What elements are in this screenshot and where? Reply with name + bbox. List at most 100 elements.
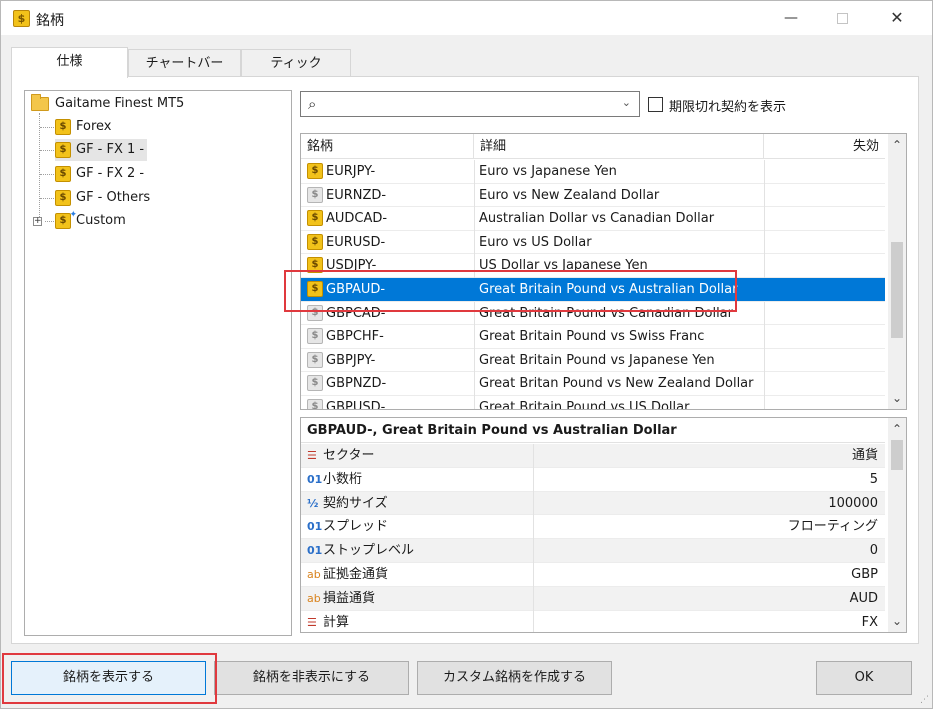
symbol-properties: GBPAUD-, Great Britain Pound vs Australi… — [300, 417, 907, 633]
tree-item-label: Custom — [76, 213, 126, 228]
property-value: GBP — [851, 567, 878, 582]
property-value: FX — [861, 614, 878, 630]
property-row[interactable]: ☰ 計算 FX — [301, 610, 885, 632]
symbol-cell: EURUSD- — [326, 234, 386, 250]
symbol-cell: GBPAUD- — [326, 282, 386, 297]
tree-item-custom[interactable]: $ Custom — [55, 208, 155, 232]
dollar-icon: $ — [307, 304, 323, 321]
table-row[interactable]: $ EURUSD- Euro vs US Dollar — [301, 230, 885, 255]
half-type-icon: ½ — [307, 496, 319, 510]
symbol-cell: GBPJPY- — [326, 352, 376, 368]
show-expired-checkbox[interactable] — [648, 97, 663, 112]
tab-ticks[interactable]: ティック — [241, 49, 351, 77]
dollar-icon: $ — [55, 166, 71, 182]
property-value: フローティング — [787, 519, 878, 535]
description-cell: Euro vs US Dollar — [479, 234, 592, 250]
property-label: 損益通貨 — [323, 590, 376, 606]
property-row[interactable]: ☰ セクター 通貨 — [301, 444, 885, 468]
table-row[interactable]: $ GBPUSD- Great Britain Pound vs US Dollar — [301, 396, 885, 410]
table-row[interactable]: $ EURJPY- Euro vs Japanese Yen — [301, 160, 885, 184]
table-row[interactable]: $ USDJPY- US Dollar vs Japanese Yen — [301, 254, 885, 279]
hide-symbol-button[interactable]: 銘柄を非表示にする — [214, 661, 409, 695]
table-row[interactable]: $ AUDCAD- Australian Dollar vs Canadian Do… — [301, 207, 885, 232]
property-row[interactable]: 01スプレッド フローティング — [301, 515, 885, 540]
ok-button[interactable]: OK — [816, 661, 912, 695]
symbol-cell: EURNZD- — [326, 187, 387, 203]
description-cell: Great Britan Pound vs New Zealand Dollar — [479, 376, 754, 392]
property-row[interactable]: ab 証拠金通貨 GBP — [301, 563, 885, 587]
ab-type-icon: ab — [307, 568, 321, 581]
symbols-table: 銘柄 詳細 失効 $ EURJPY- Euro vs Japanese Yen $ EU… — [300, 133, 907, 410]
symbols-scrollbar[interactable]: ⌃ ⌄ — [888, 134, 906, 409]
property-row[interactable]: 01小数桁 5 — [301, 467, 885, 492]
scroll-down-icon[interactable]: ⌄ — [888, 612, 906, 630]
table-row[interactable]: $ GBPJPY- Great Britain Pound vs Japanese … — [301, 348, 885, 373]
table-row[interactable]: $ GBPCHF- Great Britain Pound vs Swiss Fra… — [301, 325, 885, 350]
properties-header: GBPAUD-, Great Britain Pound vs Australi… — [301, 418, 885, 443]
property-key: 01小数桁 — [307, 468, 362, 491]
tree-item-label: GF - FX 2 - — [76, 166, 145, 181]
minimize-button[interactable]: — — [768, 1, 814, 35]
property-label: セクター — [323, 448, 375, 463]
property-key: 01ストップレベル — [307, 539, 414, 562]
table-row[interactable]: $ GBPCAD- Great Britain Pound vs Canadian … — [301, 301, 885, 326]
maximize-icon — [836, 12, 848, 24]
tab-chart-bars[interactable]: チャートバー — [128, 49, 241, 77]
description-cell: US Dollar vs Japanese Yen — [479, 258, 648, 274]
symbol-cell: GBPCAD- — [326, 305, 386, 321]
dollar-icon: $ — [307, 375, 323, 392]
search-input[interactable] — [329, 95, 609, 113]
property-label: 小数桁 — [323, 471, 363, 487]
symbol-search-combobox[interactable]: ⌕ ⌄ — [300, 91, 640, 117]
property-row[interactable]: 01ストップレベル 0 — [301, 539, 885, 564]
create-custom-symbol-button[interactable]: カスタム銘柄を作成する — [417, 661, 612, 695]
dollar-icon: $ — [55, 119, 71, 135]
symbol-cell: GBPUSD- — [326, 400, 386, 410]
table-row[interactable]: $ GBPAUD- Great Britain Pound vs Australia… — [301, 278, 885, 302]
ab-type-icon: ab — [307, 591, 321, 605]
property-key: ☰ セクター — [307, 444, 374, 467]
num-type-icon: 01 — [307, 520, 323, 534]
property-row[interactable]: ab 損益通貨 AUD — [301, 586, 885, 611]
scroll-down-icon[interactable]: ⌄ — [888, 389, 906, 407]
property-value: 0 — [869, 543, 878, 559]
column-header-description[interactable]: 詳細 — [474, 134, 764, 159]
dollar-icon: $ — [307, 233, 323, 250]
list-type-icon: ☰ — [307, 615, 317, 629]
symbol-group-tree[interactable]: Gaitame Finest MT5 $ Forex $ GF - FX 1 -… — [24, 90, 292, 636]
property-row[interactable]: ½ 契約サイズ 100000 — [301, 491, 885, 516]
dollar-icon: $ — [307, 328, 323, 345]
window-title: 銘柄 — [36, 13, 64, 29]
tab-specification[interactable]: 仕様 — [11, 47, 128, 78]
tree-item-label: Gaitame Finest MT5 — [55, 96, 185, 111]
description-cell: Great Britain Pound vs Canadian Dollar — [479, 305, 733, 321]
property-label: スプレッド — [323, 519, 389, 535]
title-bar: $ 銘柄 — ✕ — [1, 1, 932, 35]
properties-scrollbar[interactable]: ⌃ ⌄ — [888, 418, 906, 632]
property-label: 契約サイズ — [323, 495, 388, 511]
resize-grip-icon[interactable]: ⋰ — [920, 695, 929, 705]
expand-custom-icon[interactable]: + — [33, 217, 42, 226]
table-row[interactable]: $ GBPNZD- Great Britan Pound vs New Zealan… — [301, 372, 885, 397]
close-button[interactable]: ✕ — [874, 1, 920, 35]
maximize-button[interactable] — [819, 1, 865, 35]
scroll-up-icon[interactable]: ⌃ — [888, 136, 906, 154]
tree-item-forex[interactable]: $ Forex — [55, 116, 155, 138]
custom-dollar-icon: $ — [55, 208, 77, 229]
tree-item-root[interactable]: Gaitame Finest MT5 — [31, 93, 281, 115]
symbol-cell: AUDCAD- — [326, 211, 388, 227]
symbols-window: $ 銘柄 — ✕ 仕様 チャートバー ティック Gaitame Finest M… — [0, 0, 933, 709]
scrollbar-thumb[interactable] — [891, 440, 903, 470]
show-symbol-button[interactable]: 銘柄を表示する — [11, 661, 206, 695]
column-header-symbol[interactable]: 銘柄 — [301, 134, 474, 159]
tree-item-gf-fx2[interactable]: $ GF - FX 2 - — [55, 163, 155, 185]
tree-item-gf-others[interactable]: $ GF - Others — [55, 187, 165, 209]
tree-item-gf-fx1[interactable]: $ GF - FX 1 - — [55, 139, 147, 161]
dollar-icon: $ — [307, 399, 323, 409]
scroll-up-icon[interactable]: ⌃ — [888, 420, 906, 438]
num-type-icon: 01 — [307, 544, 323, 558]
chevron-down-icon[interactable]: ⌄ — [622, 96, 631, 109]
column-header-expiry[interactable]: 失効 — [764, 134, 885, 159]
scrollbar-thumb[interactable] — [891, 242, 903, 338]
table-row[interactable]: $ EURNZD- Euro vs New Zealand Dollar — [301, 183, 885, 208]
